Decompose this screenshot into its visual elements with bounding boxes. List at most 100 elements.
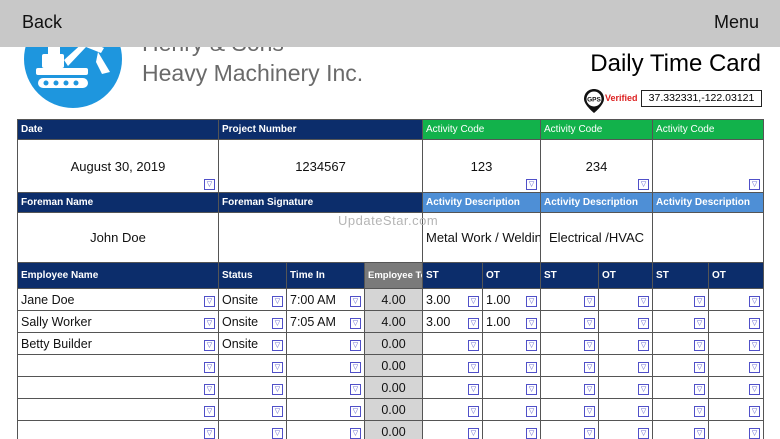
ot-hours-3-cell[interactable]: ▽ [708,354,765,377]
dropdown-icon[interactable]: ▽ [272,384,283,395]
ot-hours-2-cell[interactable]: ▽ [598,398,654,421]
dropdown-icon[interactable]: ▽ [204,318,215,329]
back-button[interactable]: Back [22,12,62,33]
activity-description-field-1[interactable]: Metal Work / Welding [421,212,542,263]
st-hours-3-cell[interactable]: ▽ [652,376,710,399]
dropdown-icon[interactable]: ▽ [749,179,761,190]
dropdown-icon[interactable]: ▽ [350,362,361,373]
dropdown-icon[interactable]: ▽ [584,362,596,373]
st-hours-1-cell[interactable]: 3.00 ▽ [422,310,483,333]
dropdown-icon[interactable]: ▽ [749,362,761,373]
dropdown-icon[interactable]: ▽ [526,296,538,307]
st-hours-2-cell[interactable]: ▽ [540,310,600,333]
status-cell[interactable]: Onsite ▽ [218,288,287,311]
st-hours-2-cell[interactable]: ▽ [540,332,600,355]
ot-hours-2-cell[interactable]: ▽ [598,310,654,333]
dropdown-icon[interactable]: ▽ [694,340,706,351]
ot-hours-3-cell[interactable]: ▽ [708,310,765,333]
dropdown-icon[interactable]: ▽ [638,179,650,190]
dropdown-icon[interactable]: ▽ [694,362,706,373]
dropdown-icon[interactable]: ▽ [749,296,761,307]
dropdown-icon[interactable]: ▽ [272,362,283,373]
status-cell[interactable]: Onsite ▽ [218,310,287,333]
ot-hours-3-cell[interactable]: ▽ [708,398,765,421]
foreman-name-field[interactable]: John Doe [17,212,219,263]
st-hours-3-cell[interactable]: ▽ [652,354,710,377]
dropdown-icon[interactable]: ▽ [272,428,283,439]
st-hours-3-cell[interactable]: ▽ [652,420,710,439]
time-in-cell[interactable]: ▽ [286,398,365,421]
st-hours-2-cell[interactable]: ▽ [540,420,600,439]
ot-hours-2-cell[interactable]: ▽ [598,288,654,311]
dropdown-icon[interactable]: ▽ [272,318,283,329]
dropdown-icon[interactable]: ▽ [526,362,538,373]
dropdown-icon[interactable]: ▽ [584,318,596,329]
time-in-cell[interactable]: 7:00 AM ▽ [286,288,365,311]
dropdown-icon[interactable]: ▽ [350,406,361,417]
dropdown-icon[interactable]: ▽ [468,340,479,351]
ot-hours-2-cell[interactable]: ▽ [598,354,654,377]
dropdown-icon[interactable]: ▽ [468,362,479,373]
dropdown-icon[interactable]: ▽ [526,179,538,190]
employee-name-cell[interactable]: ▽ [17,398,219,421]
dropdown-icon[interactable]: ▽ [694,296,706,307]
dropdown-icon[interactable]: ▽ [749,406,761,417]
dropdown-icon[interactable]: ▽ [204,384,215,395]
employee-name-cell[interactable]: Betty Builder ▽ [17,332,219,355]
status-cell[interactable]: ▽ [218,354,287,377]
time-in-cell[interactable]: ▽ [286,376,365,399]
dropdown-icon[interactable]: ▽ [204,428,215,439]
dropdown-icon[interactable]: ▽ [468,406,479,417]
activity-description-field-2[interactable]: Electrical /HVAC [540,212,654,263]
dropdown-icon[interactable]: ▽ [694,428,706,439]
ot-hours-1-cell[interactable]: 1.00 ▽ [481,288,542,311]
ot-hours-1-cell[interactable]: ▽ [481,398,542,421]
dropdown-icon[interactable]: ▽ [204,340,215,351]
employee-name-cell[interactable]: Sally Worker ▽ [17,310,219,333]
dropdown-icon[interactable]: ▽ [350,296,361,307]
st-hours-2-cell[interactable]: ▽ [540,398,600,421]
ot-hours-3-cell[interactable]: ▽ [708,288,765,311]
employee-name-cell[interactable]: ▽ [17,376,219,399]
dropdown-icon[interactable]: ▽ [350,340,361,351]
dropdown-icon[interactable]: ▽ [526,384,538,395]
dropdown-icon[interactable]: ▽ [584,340,596,351]
st-hours-1-cell[interactable]: ▽ [422,398,483,421]
dropdown-icon[interactable]: ▽ [468,428,479,439]
dropdown-icon[interactable]: ▽ [749,428,761,439]
dropdown-icon[interactable]: ▽ [204,406,215,417]
dropdown-icon[interactable]: ▽ [468,384,479,395]
ot-hours-2-cell[interactable]: ▽ [598,332,654,355]
ot-hours-1-cell[interactable]: ▽ [481,420,542,439]
dropdown-icon[interactable]: ▽ [526,340,538,351]
dropdown-icon[interactable]: ▽ [638,340,650,351]
dropdown-icon[interactable]: ▽ [526,406,538,417]
dropdown-icon[interactable]: ▽ [272,340,283,351]
time-in-cell[interactable]: ▽ [286,332,365,355]
dropdown-icon[interactable]: ▽ [204,296,215,307]
dropdown-icon[interactable]: ▽ [272,296,283,307]
dropdown-icon[interactable]: ▽ [749,340,761,351]
ot-hours-3-cell[interactable]: ▽ [708,332,765,355]
status-cell[interactable]: ▽ [218,376,287,399]
activity-code-field-1[interactable]: 123 ▽ [421,139,542,193]
ot-hours-1-cell[interactable]: 1.00 ▽ [481,310,542,333]
project-number-field[interactable]: 1234567 [218,139,423,193]
st-hours-1-cell[interactable]: ▽ [422,376,483,399]
dropdown-icon[interactable]: ▽ [584,296,596,307]
dropdown-icon[interactable]: ▽ [526,318,538,329]
menu-button[interactable]: Menu [714,12,759,33]
dropdown-icon[interactable]: ▽ [638,296,650,307]
st-hours-1-cell[interactable]: ▽ [422,354,483,377]
status-cell[interactable]: Onsite ▽ [218,332,287,355]
status-cell[interactable]: ▽ [218,420,287,439]
st-hours-2-cell[interactable]: ▽ [540,354,600,377]
dropdown-icon[interactable]: ▽ [638,384,650,395]
date-field[interactable]: August 30, 2019 ▽ [17,139,219,193]
dropdown-icon[interactable]: ▽ [526,428,538,439]
time-in-cell[interactable]: ▽ [286,420,365,439]
st-hours-1-cell[interactable]: ▽ [422,420,483,439]
dropdown-icon[interactable]: ▽ [272,406,283,417]
dropdown-icon[interactable]: ▽ [694,406,706,417]
time-in-cell[interactable]: ▽ [286,354,365,377]
